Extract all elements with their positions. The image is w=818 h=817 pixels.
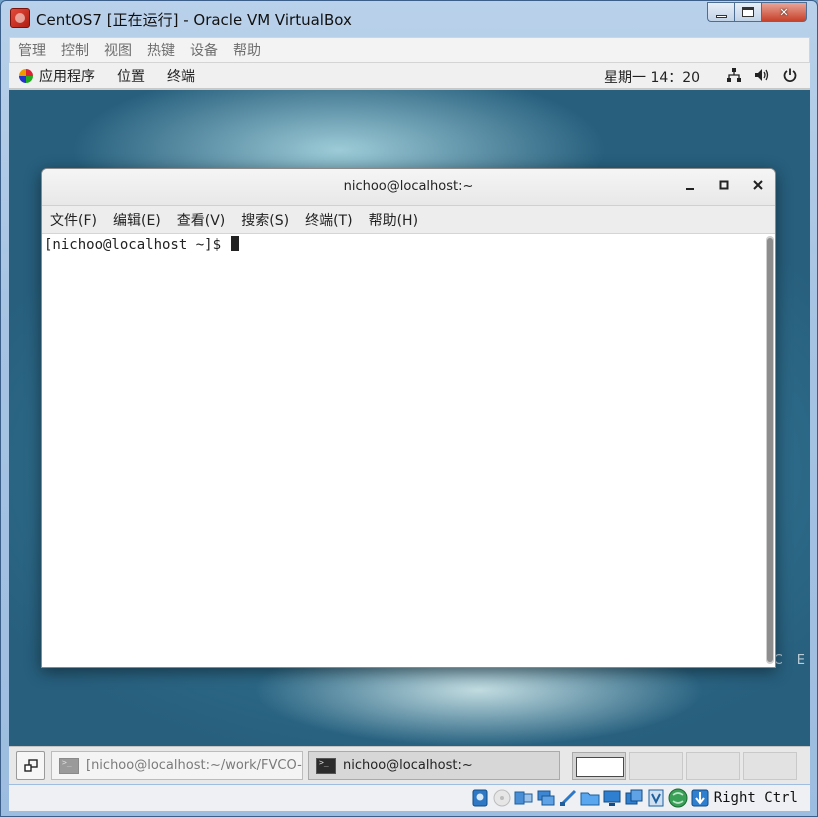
terminal-cursor — [231, 236, 240, 251]
workspace-3[interactable] — [686, 752, 740, 780]
show-desktop-button[interactable] — [16, 751, 45, 780]
close-icon: ✕ — [779, 5, 789, 19]
terminal-window: nichoo@localhost:~ 文件(F) 编辑(E) 查看(V) 搜索(… — [41, 168, 776, 668]
desktop-background[interactable]: C E nichoo@localhost:~ 文件(F) 编辑(E) 查看(V)… — [9, 90, 810, 748]
power-icon[interactable] — [782, 67, 798, 83]
terminal-menu-file[interactable]: 文件(F) — [50, 210, 97, 230]
terminal-maximize-button[interactable] — [716, 178, 732, 194]
maximize-icon — [742, 7, 754, 17]
virtualbox-app-icon — [10, 8, 30, 28]
host-key-label: Right Ctrl — [713, 790, 798, 806]
device-status-icons — [470, 788, 710, 808]
terminal-titlebar[interactable]: nichoo@localhost:~ — [42, 169, 775, 206]
terminal-title: nichoo@localhost:~ — [343, 179, 474, 194]
clock[interactable]: 星期一 14：20 — [604, 67, 700, 87]
applications-menu[interactable]: 应用程序 — [39, 66, 95, 86]
network-adapter-icon[interactable] — [536, 788, 556, 808]
workspace-2[interactable] — [629, 752, 683, 780]
optical-drive-icon[interactable] — [492, 788, 512, 808]
host-titlebar[interactable]: CentOS7 [正在运行] - Oracle VM VirtualBox ✕ — [1, 1, 817, 35]
minimize-icon — [715, 14, 727, 18]
system-tray — [726, 67, 798, 83]
terminal-scrollbar[interactable] — [766, 236, 774, 664]
minimize-button[interactable] — [707, 2, 734, 22]
menu-manage[interactable]: 管理 — [18, 40, 46, 60]
maximize-icon — [719, 180, 729, 190]
menu-devices[interactable]: 设备 — [190, 40, 218, 60]
desktop-brand-text: C E — [773, 653, 810, 668]
shared-folder-icon[interactable] — [580, 788, 600, 808]
menu-control[interactable]: 控制 — [61, 40, 89, 60]
hard-disk-icon[interactable] — [470, 788, 490, 808]
terminal-menu-edit[interactable]: 编辑(E) — [113, 210, 161, 230]
terminal-menu-terminal[interactable]: 终端(T) — [305, 210, 352, 230]
workspace-1[interactable] — [572, 752, 626, 780]
applications-menu-icon — [19, 68, 33, 83]
close-icon — [753, 180, 763, 190]
menu-hotkeys[interactable]: 热键 — [147, 40, 175, 60]
menu-view[interactable]: 视图 — [104, 40, 132, 60]
virtualbox-window: CentOS7 [正在运行] - Oracle VM VirtualBox ✕ … — [0, 0, 818, 817]
places-menu[interactable]: 位置 — [117, 66, 145, 86]
terminal-minimize-button[interactable] — [682, 178, 698, 194]
vm-screen[interactable]: 应用程序 位置 终端 星期一 14：20 C E nichoo@localhos… — [9, 63, 810, 784]
host-window-title: CentOS7 [正在运行] - Oracle VM VirtualBox — [36, 11, 352, 29]
maximize-button[interactable] — [734, 2, 761, 22]
terminal-prompt-line: [nichoo@localhost ~]$ — [44, 236, 240, 253]
taskbar-item-work-terminal[interactable]: [nichoo@localhost:~/work/FVCO-... — [51, 751, 303, 780]
terminal-icon — [59, 757, 79, 774]
terminal-prompt: [nichoo@localhost ~]$ — [44, 237, 230, 253]
gnome-bottom-panel: [nichoo@localhost:~/work/FVCO-... nichoo… — [9, 746, 810, 784]
menu-help[interactable]: 帮助 — [233, 40, 261, 60]
taskbar-item-label: nichoo@localhost:~ — [343, 758, 473, 773]
gnome-top-panel: 应用程序 位置 终端 星期一 14：20 — [9, 63, 810, 89]
minimize-icon — [686, 188, 694, 190]
terminal-menu-view[interactable]: 查看(V) — [177, 210, 226, 230]
video-capture-icon[interactable] — [624, 788, 644, 808]
terminal-menubar: 文件(F) 编辑(E) 查看(V) 搜索(S) 终端(T) 帮助(H) — [42, 206, 775, 234]
host-key-arrow-icon[interactable] — [690, 788, 710, 808]
network-icon[interactable] — [726, 67, 742, 83]
virtualization-icon[interactable] — [646, 788, 666, 808]
close-button[interactable]: ✕ — [761, 2, 807, 22]
terminal-scrollbar-thumb[interactable] — [767, 238, 773, 662]
terminal-content[interactable]: [nichoo@localhost ~]$ — [42, 234, 775, 667]
volume-icon[interactable] — [754, 67, 770, 83]
host-window-controls: ✕ — [707, 2, 807, 22]
mouse-integration-icon[interactable] — [668, 788, 688, 808]
terminal-icon — [316, 757, 336, 774]
show-desktop-icon — [23, 758, 38, 772]
host-statusbar: Right Ctrl — [9, 785, 810, 811]
terminal-menu-search[interactable]: 搜索(S) — [241, 210, 289, 230]
host-menubar: 管理 控制 视图 热键 设备 帮助 — [9, 37, 810, 63]
terminal-menu-help[interactable]: 帮助(H) — [369, 210, 418, 230]
workspace-4[interactable] — [743, 752, 797, 780]
audio-icon[interactable] — [514, 788, 534, 808]
taskbar-item-label: [nichoo@localhost:~/work/FVCO-... — [86, 758, 303, 773]
display-icon[interactable] — [602, 788, 622, 808]
terminal-app-menu[interactable]: 终端 — [167, 66, 195, 86]
terminal-close-button[interactable] — [750, 178, 766, 194]
taskbar-item-home-terminal[interactable]: nichoo@localhost:~ — [308, 751, 560, 780]
usb-icon[interactable] — [558, 788, 578, 808]
